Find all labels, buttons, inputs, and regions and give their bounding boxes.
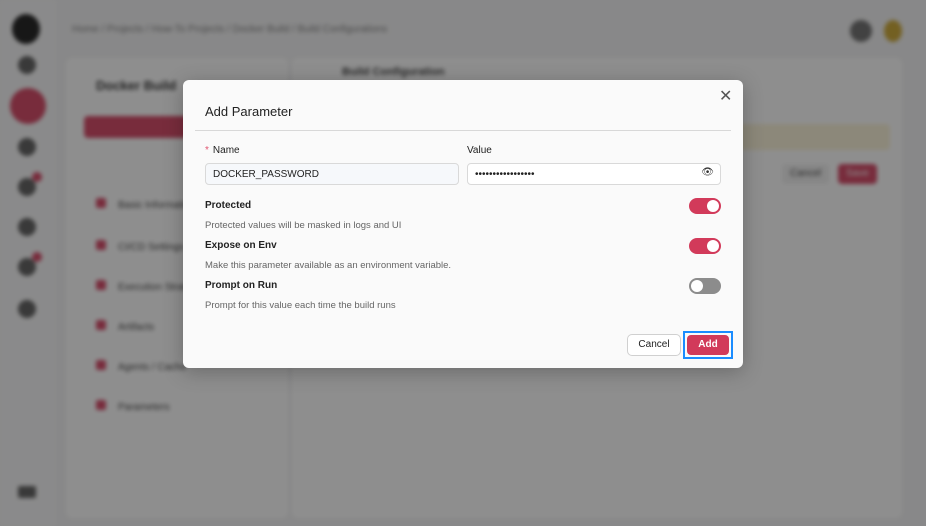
name-input[interactable]: DOCKER_PASSWORD [205,163,459,185]
eye-slash-icon[interactable]: 👁 [701,167,714,178]
close-icon[interactable]: ✕ [719,86,732,106]
prompt-on-run-description: Prompt for this value each time the buil… [205,300,396,311]
protected-description: Protected values will be masked in logs … [205,220,402,231]
expose-env-label: Expose on Env [205,240,277,251]
value-label: Value [467,145,492,156]
add-button[interactable]: Add [687,335,729,355]
add-parameter-dialog: Add Parameter ✕ * Name Value DOCKER_PASSW… [183,80,743,368]
prompt-on-run-toggle[interactable] [689,278,721,294]
name-label: * Name [205,145,240,156]
dialog-title: Add Parameter [205,104,293,119]
protected-toggle[interactable] [689,198,721,214]
add-button-focus-ring: Add [683,331,733,359]
prompt-on-run-label: Prompt on Run [205,280,278,291]
expose-env-description: Make this parameter available as an envi… [205,260,452,271]
value-input[interactable]: ••••••••••••••••• 👁 [467,163,721,185]
cancel-button[interactable]: Cancel [627,334,681,356]
divider [195,130,731,131]
expose-env-toggle[interactable] [689,238,721,254]
protected-label: Protected [205,200,252,211]
